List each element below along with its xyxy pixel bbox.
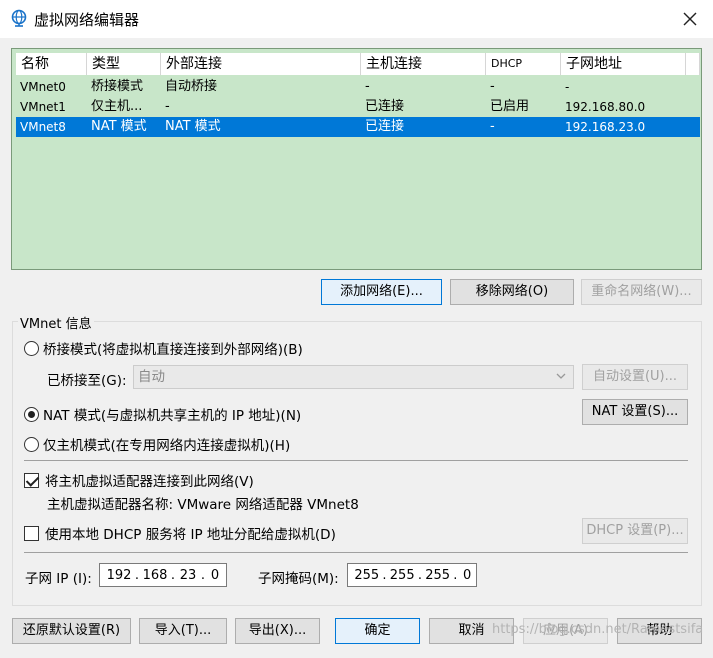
cell-subnet: - [565,80,570,94]
checkbox[interactable] [24,525,39,541]
ip-octet[interactable]: 192 [104,568,134,583]
subnet-mask-input[interactable]: 255 . 255 . 255 . 0 [347,563,477,587]
remove-network-button[interactable]: 移除网络(O) [450,279,574,305]
bridged-mode-radio[interactable]: 桥接模式(将虚拟机直接连接到外部网络)(B) [24,338,303,358]
nat-mode-label: NAT 模式(与虚拟机共享主机的 IP 地址)(N) [43,408,302,424]
radio-circle[interactable] [24,436,39,452]
cell-subnet: 192.168.80.0 [565,100,646,114]
table-header: 名称 类型 外部连接 主机连接 DHCP 子网地址 [16,53,700,75]
connect-adapter-checkbox[interactable]: 将主机虚拟适配器连接到此网络(V) [24,470,254,490]
bridged-mode-label: 桥接模式(将虚拟机直接连接到外部网络)(B) [43,342,303,358]
vmnet-info-legend: VMnet 信息 [18,313,94,332]
export-button[interactable]: 导出(X)... [235,618,320,644]
subnet-ip-input[interactable]: 192 . 168 . 23 . 0 [99,563,227,587]
radio-circle-checked[interactable] [24,406,39,422]
connect-adapter-label: 将主机虚拟适配器连接到此网络(V) [45,474,254,490]
table-row[interactable]: VMnet0 桥接模式 自动桥接 - - - [16,77,700,97]
close-button[interactable] [667,0,713,38]
cell-external: 自动桥接 [165,79,218,94]
dhcp-settings-button[interactable]: DHCP 设置(P)... [582,518,688,544]
table-row[interactable]: VMnet1 仅主机... - 已连接 已启用 192.168.80.0 [16,97,700,117]
checkbox-checked[interactable] [24,472,39,488]
nat-mode-radio[interactable]: NAT 模式(与虚拟机共享主机的 IP 地址)(N) [24,404,301,424]
divider [24,552,688,553]
cell-type: 桥接模式 [91,79,144,94]
subnet-ip-label: 子网 IP (I): [25,571,92,587]
ip-octet[interactable]: 23 [176,568,200,583]
apply-button[interactable]: 应用(A) [523,618,608,644]
bridged-to-value: 自动 [138,369,165,385]
mask-octet[interactable]: 0 [458,568,476,583]
window-title: 虚拟网络编辑器 [34,11,140,29]
cell-name: VMnet8 [20,120,66,134]
help-button[interactable]: 帮助 [617,618,702,644]
restore-defaults-button[interactable]: 还原默认设置(R) [12,618,131,644]
host-only-mode-label: 仅主机模式(在专用网络内连接虚拟机)(H) [43,438,291,454]
ip-octet[interactable]: 168 [140,568,170,583]
import-button[interactable]: 导入(T)... [139,618,227,644]
cell-type: NAT 模式 [91,119,147,134]
cell-dhcp: 已启用 [490,99,530,114]
title-bar: 虚拟网络编辑器 [0,0,713,38]
cell-dhcp: - [490,119,495,134]
mask-octet[interactable]: 255 [352,568,382,583]
subnet-mask-label: 子网掩码(M): [258,571,339,587]
dhcp-label: 使用本地 DHCP 服务将 IP 地址分配给虚拟机(D) [45,527,336,543]
column-header-external[interactable]: 外部连接 [161,53,361,75]
cell-subnet: 192.168.23.0 [565,120,646,134]
cell-host: - [365,79,370,94]
cancel-button[interactable]: 取消 [429,618,514,644]
column-header-name[interactable]: 名称 [16,53,87,75]
divider [24,460,688,461]
rename-network-button[interactable]: 重命名网络(W)... [581,279,702,305]
chevron-down-icon [556,373,566,379]
table-row-selected[interactable]: VMnet8 NAT 模式 NAT 模式 已连接 - 192.168.23.0 [16,117,700,137]
cell-name: VMnet0 [20,80,66,94]
nat-settings-button[interactable]: NAT 设置(S)... [582,399,688,425]
cell-name: VMnet1 [20,100,66,114]
column-header-host[interactable]: 主机连接 [361,53,486,75]
mask-octet[interactable]: 255 [387,568,417,583]
mask-octet[interactable]: 255 [423,568,453,583]
column-header-filler [686,53,700,75]
cell-type: 仅主机... [91,99,143,114]
column-header-dhcp[interactable]: DHCP [486,53,561,75]
table-body: VMnet0 桥接模式 自动桥接 - - - VMnet1 仅主机... - 已… [16,77,700,137]
host-only-mode-radio[interactable]: 仅主机模式(在专用网络内连接虚拟机)(H) [24,434,290,454]
ok-button[interactable]: 确定 [335,618,420,644]
ip-octet[interactable]: 0 [206,568,224,583]
adapter-name-text: 主机虚拟适配器名称: VMware 网络适配器 VMnet8 [47,497,359,513]
auto-settings-button[interactable]: 自动设置(U)... [582,364,688,390]
cell-host: 已连接 [365,99,405,114]
cell-host: 已连接 [365,119,405,134]
cell-external: - [165,99,170,114]
close-icon [683,12,697,26]
bridged-to-dropdown[interactable]: 自动 [133,365,574,389]
column-header-subnet[interactable]: 子网地址 [561,53,686,75]
network-globe-icon [11,9,27,27]
dhcp-checkbox[interactable]: 使用本地 DHCP 服务将 IP 地址分配给虚拟机(D) [24,523,336,543]
add-network-button[interactable]: 添加网络(E)... [321,279,442,305]
bridged-to-label: 已桥接至(G): [47,373,127,389]
network-table[interactable]: 名称 类型 外部连接 主机连接 DHCP 子网地址 VMnet0 桥接模式 自动… [11,48,702,270]
column-header-type[interactable]: 类型 [87,53,161,75]
radio-circle[interactable] [24,340,39,356]
cell-external: NAT 模式 [165,119,221,134]
cell-dhcp: - [490,79,495,94]
